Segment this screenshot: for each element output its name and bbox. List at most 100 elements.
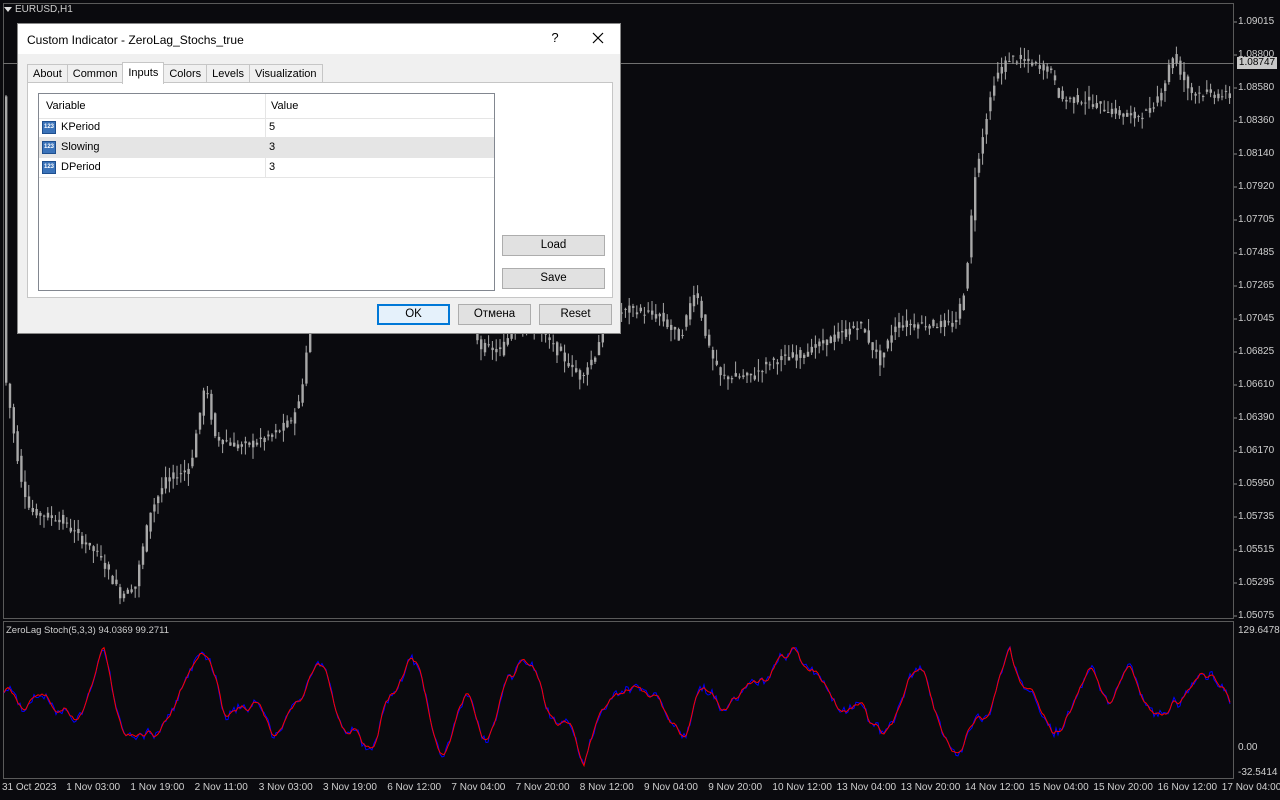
candle-body [920, 322, 924, 324]
candle-body [632, 306, 635, 308]
candle-body [594, 357, 597, 362]
candle-body [16, 431, 19, 462]
candle-body [293, 412, 297, 424]
current-price-tag: 1.08747 [1237, 57, 1277, 69]
candle-body [206, 393, 209, 395]
candle-body [290, 420, 293, 422]
candle-body [502, 341, 506, 356]
candle-body [88, 542, 91, 546]
inputs-grid[interactable]: Variable Value 123 KPeriod 5 123 Slowing… [38, 93, 495, 291]
candle-body [65, 522, 69, 524]
candle-body [1198, 92, 1201, 94]
candle-body [141, 546, 145, 565]
candle-body [1008, 61, 1011, 63]
candle-body [1213, 94, 1216, 98]
candle-body [248, 442, 251, 445]
candle-body [806, 351, 810, 357]
price-axis-label: 1.05735 [1238, 511, 1275, 522]
candle-body [282, 422, 285, 431]
time-axis-label: 7 Nov 20:00 [515, 782, 570, 793]
candle-body [597, 342, 601, 356]
candle-body [1186, 76, 1190, 89]
candle-body [225, 440, 228, 442]
candle-body [628, 305, 631, 313]
input-row-kperiod[interactable]: 123 KPeriod 5 [39, 118, 494, 138]
header-separator[interactable] [265, 94, 266, 118]
candle-body [1221, 96, 1224, 98]
reset-button[interactable]: Reset [539, 304, 612, 325]
price-axis-label: 1.07265 [1238, 280, 1275, 291]
variable-value[interactable]: 3 [269, 161, 275, 173]
save-button[interactable]: Save [502, 268, 605, 289]
input-row-dperiod[interactable]: 123 DPeriod 3 [39, 158, 494, 178]
candle-body [176, 477, 179, 479]
price-axis-label: 1.08580 [1238, 82, 1275, 93]
candle-body [27, 496, 31, 508]
help-button[interactable]: ? [548, 30, 562, 48]
candle-body [1164, 83, 1167, 91]
candle-body [871, 342, 874, 351]
cancel-button[interactable]: Отмена [458, 304, 531, 325]
inputs-panel: Variable Value 123 KPeriod 5 123 Slowing… [27, 82, 613, 298]
tab-common[interactable]: Common [66, 64, 124, 83]
candle-body [229, 442, 232, 446]
price-axis-label: 1.07045 [1238, 313, 1275, 324]
candle-body [1122, 113, 1125, 117]
candle-body [563, 352, 566, 362]
candle-body [962, 295, 965, 311]
candle-body [134, 586, 137, 589]
time-axis-label: 3 Nov 19:00 [323, 782, 377, 793]
candle-body [111, 575, 114, 585]
candle-body [495, 348, 498, 353]
candle-body [157, 496, 160, 504]
candle-body [818, 341, 821, 347]
candle-body [305, 352, 308, 384]
candle-body [860, 321, 863, 324]
candle-body [886, 340, 889, 349]
candle-body [1080, 102, 1083, 104]
candle-body [780, 356, 783, 361]
tab-inputs[interactable]: Inputs [122, 62, 165, 84]
header-value[interactable]: Value [271, 100, 298, 112]
candle-body [685, 315, 688, 327]
tab-colors[interactable]: Colors [163, 64, 208, 83]
candle-body [943, 320, 946, 327]
candle-body [879, 350, 882, 366]
candle-body [670, 324, 673, 330]
variable-value[interactable]: 5 [269, 121, 275, 133]
candle-body [103, 562, 107, 569]
candle-body [571, 364, 574, 368]
load-button[interactable]: Load [502, 235, 605, 256]
candle-body [974, 177, 977, 221]
candle-body [1114, 108, 1117, 114]
chart-symbol-title[interactable]: EURUSD,H1 [4, 4, 73, 15]
candle-body [191, 457, 194, 467]
ok-button[interactable]: OK [377, 304, 450, 325]
candle-body [909, 323, 912, 326]
candle-body [772, 358, 775, 360]
time-axis-label: 31 Oct 2023 [2, 782, 57, 793]
variable-name: KPeriod [61, 121, 101, 133]
candle-body [195, 433, 198, 458]
candle-body [96, 550, 99, 552]
candle-body [255, 442, 259, 445]
tab-levels[interactable]: Levels [206, 64, 250, 83]
variable-value[interactable]: 3 [269, 141, 275, 153]
candle-body [1167, 64, 1171, 83]
tab-visualization[interactable]: Visualization [248, 64, 323, 83]
candle-body [738, 376, 741, 378]
candle-body [1099, 101, 1102, 104]
candle-body [12, 407, 15, 434]
dropdown-triangle-icon[interactable] [4, 7, 12, 12]
close-button[interactable] [588, 28, 608, 48]
dialog-titlebar[interactable]: Custom Indicator - ZeroLag_Stochs_true ? [18, 24, 620, 54]
candle-body [499, 347, 502, 350]
tab-about[interactable]: About [27, 64, 68, 83]
price-axis-label: 1.05515 [1238, 544, 1275, 555]
candle-body [263, 437, 266, 443]
candle-body [890, 335, 893, 343]
candle-body [1042, 64, 1045, 71]
candle-body [928, 325, 931, 329]
header-variable[interactable]: Variable [46, 100, 86, 112]
input-row-slowing[interactable]: 123 Slowing 3 [39, 138, 494, 158]
